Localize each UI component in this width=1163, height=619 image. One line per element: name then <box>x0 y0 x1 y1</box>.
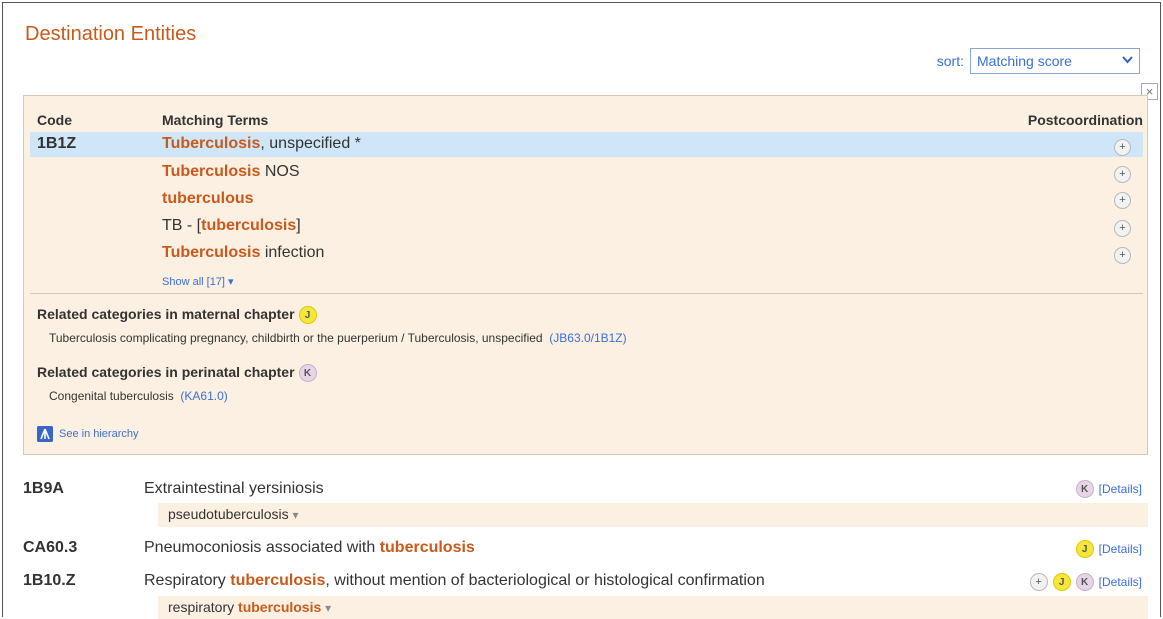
postcoordination-add-icon[interactable]: + <box>1114 139 1131 156</box>
column-header-matching-terms: Matching Terms <box>162 112 269 128</box>
result-code[interactable]: CA60.3 <box>23 539 77 557</box>
sort-control: sort: Matching score <box>937 48 1140 74</box>
term-highlight: tuberculous <box>162 190 254 207</box>
chapter-j-badge: J <box>298 306 317 325</box>
column-header-postcoordination: Postcoordination <box>1027 112 1143 128</box>
result-subterm-row: respiratory tuberculosis ▾ <box>158 596 1148 619</box>
result-subterm[interactable]: pseudotuberculosis ▾ <box>168 506 299 522</box>
result-code[interactable]: 1B10.Z <box>23 572 75 590</box>
caret-down-icon[interactable]: ▾ <box>293 508 299 522</box>
matching-term[interactable]: Tuberculosis NOS <box>162 163 300 181</box>
chapter-k-badge: K <box>1075 573 1094 591</box>
result-title-text: Pneumoconiosis associated with <box>144 539 380 556</box>
perinatal-related-text: Congenital tuberculosis <box>49 389 174 403</box>
sort-select[interactable]: Matching score <box>970 48 1140 74</box>
details-link[interactable]: [Details] <box>1099 542 1142 556</box>
chevron-down-icon <box>1122 55 1133 67</box>
caret-down-icon: ▾ <box>228 276 234 288</box>
details-link[interactable]: [Details] <box>1099 575 1142 589</box>
entity-code[interactable]: 1B1Z <box>37 135 76 153</box>
maternal-related-link[interactable]: (JB63.0/1B1Z) <box>549 331 626 345</box>
subterm-text: pseudotuberculosis <box>168 506 289 522</box>
result-actions: K [Details] <box>1075 480 1142 498</box>
matching-term[interactable]: tuberculous <box>162 190 254 208</box>
matching-term[interactable]: Tuberculosis infection <box>162 244 324 262</box>
sort-selected-value: Matching score <box>977 53 1072 69</box>
section-divider <box>30 293 1143 294</box>
postcoordination-add-icon[interactable]: + <box>1029 573 1048 591</box>
postcoordination-add-icon[interactable]: + <box>1114 220 1131 237</box>
selected-entity-panel: Code Matching Terms Postcoordination 1B1… <box>23 95 1148 455</box>
maternal-related-text: Tuberculosis complicating pregnancy, chi… <box>49 331 543 345</box>
result-code[interactable]: 1B9A <box>23 480 64 498</box>
matching-term[interactable]: TB - [tuberculosis] <box>162 217 301 235</box>
hierarchy-icon <box>37 426 53 442</box>
term-highlight: Tuberculosis <box>162 163 261 180</box>
postcoordination-add-icon[interactable]: + <box>1114 166 1131 183</box>
term-highlight: Tuberculosis <box>162 244 261 261</box>
result-title-text: Extraintestinal yersiniosis <box>144 480 324 497</box>
details-link[interactable]: [Details] <box>1099 482 1142 496</box>
term-highlight: tuberculosis <box>201 217 297 234</box>
chapter-k-badge: K <box>298 364 317 383</box>
result-title[interactable]: Respiratory tuberculosis, without mentio… <box>144 572 765 590</box>
term-rest: ] <box>296 217 301 234</box>
chapter-j-badge: J <box>1075 540 1094 558</box>
perinatal-related-link[interactable]: (KA61.0) <box>180 389 227 403</box>
see-in-hierarchy-link[interactable]: See in hierarchy <box>37 426 139 442</box>
term-highlight: Tuberculosis <box>162 135 261 152</box>
column-header-code: Code <box>37 112 72 128</box>
subterm-highlight: tuberculosis <box>238 599 322 615</box>
maternal-related-item[interactable]: Tuberculosis complicating pregnancy, chi… <box>49 331 627 345</box>
page-title: Destination Entities <box>25 23 197 45</box>
perinatal-chapter-heading: Related categories in perinatal chapter K <box>37 364 317 383</box>
result-actions: + J K [Details] <box>1029 573 1142 591</box>
postcoordination-add-icon[interactable]: + <box>1114 247 1131 264</box>
result-title-highlight: tuberculosis <box>230 572 326 589</box>
result-actions: J [Details] <box>1075 540 1142 558</box>
result-subterm[interactable]: respiratory tuberculosis ▾ <box>168 599 331 615</box>
result-title-highlight: tuberculosis <box>379 539 475 556</box>
maternal-chapter-title: Related categories in maternal chapter <box>37 306 295 322</box>
see-in-hierarchy-label: See in hierarchy <box>59 428 139 440</box>
result-title[interactable]: Pneumoconiosis associated with tuberculo… <box>144 539 475 557</box>
result-subterm-row: pseudotuberculosis ▾ <box>158 503 1148 527</box>
term-rest: infection <box>260 244 325 261</box>
show-all-link[interactable]: Show all [17] ▾ <box>162 275 234 288</box>
chapter-j-badge: J <box>1052 573 1071 591</box>
caret-down-icon[interactable]: ▾ <box>325 601 331 615</box>
term-prefix: TB - [ <box>162 217 202 234</box>
subterm-text: respiratory <box>168 599 239 615</box>
show-all-label: Show all [17] <box>162 276 225 288</box>
result-title[interactable]: Extraintestinal yersiniosis <box>144 480 324 498</box>
maternal-chapter-heading: Related categories in maternal chapter J <box>37 306 317 325</box>
result-title-rest: , without mention of bacteriological or … <box>325 572 765 589</box>
matching-term[interactable]: Tuberculosis, unspecified * <box>162 135 361 153</box>
term-rest: , unspecified * <box>260 135 361 152</box>
perinatal-related-item[interactable]: Congenital tuberculosis (KA61.0) <box>49 389 228 403</box>
postcoordination-add-icon[interactable]: + <box>1114 192 1131 209</box>
chapter-k-badge: K <box>1075 480 1094 498</box>
destination-entities-frame: Destination Entities sort: Matching scor… <box>2 2 1161 619</box>
perinatal-chapter-title: Related categories in perinatal chapter <box>37 364 295 380</box>
term-rest: NOS <box>260 163 300 180</box>
sort-label: sort: <box>936 53 964 69</box>
result-title-text: Respiratory <box>144 572 231 589</box>
